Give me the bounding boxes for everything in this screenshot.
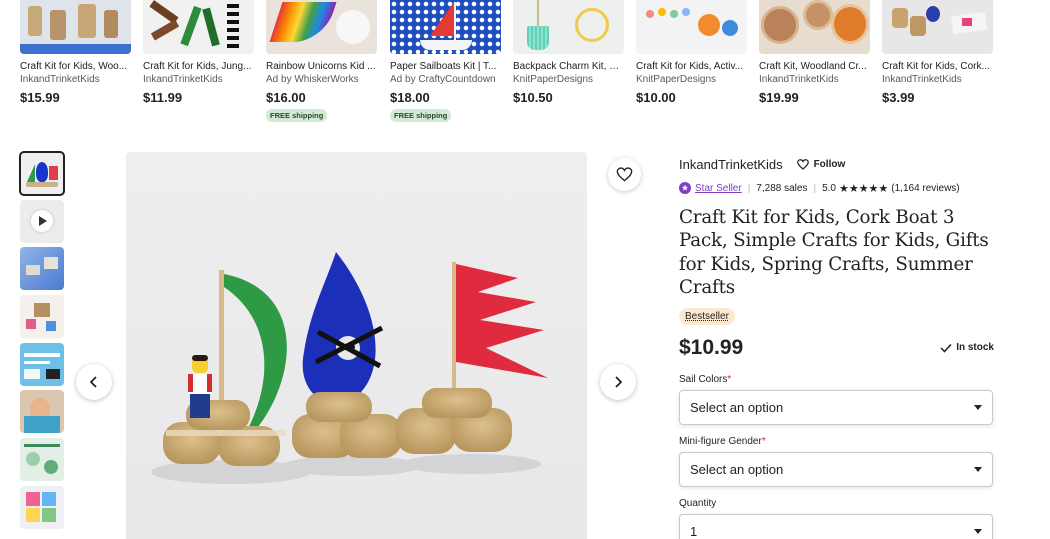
product-info-panel: InkandTrinketKids Follow Star Seller | 7… [679,152,994,539]
sales-count: 7,288 sales [756,182,808,194]
product-shop: Ad by WhiskerWorks [266,74,359,85]
thumbnail-image[interactable] [20,485,64,529]
product-shop: InkandTrinketKids [759,74,839,85]
related-product-card[interactable]: Rainbow Unicorns Kid ... Ad by WhiskerWo… [266,0,377,123]
product-price: $18.00 [390,90,430,105]
related-product-card[interactable]: Craft Kit for Kids, Activ... KnitPaperDe… [636,0,747,105]
chevron-left-icon [89,376,97,388]
product-thumbnail[interactable] [513,0,624,54]
product-price: $10.50 [513,90,553,105]
required-asterisk: * [761,435,766,447]
heart-icon [796,158,809,170]
previous-image-button[interactable] [76,364,112,400]
image-thumbnail-rail [19,151,65,534]
product-shop: InkandTrinketKids [20,74,100,85]
follow-shop-button[interactable]: Follow [796,158,846,170]
product-title[interactable]: Craft Kit, Woodland Cr... [759,61,870,72]
product-shop: InkandTrinketKids [882,74,962,85]
required-asterisk: * [727,373,732,385]
related-product-card[interactable]: Backpack Charm Kit, B... KnitPaperDesign… [513,0,624,105]
divider: | [813,182,817,194]
product-title[interactable]: Rainbow Unicorns Kid ... [266,61,377,72]
checkmark-icon [940,343,952,353]
product-price: $11.99 [143,90,183,105]
thumbnail-video[interactable] [20,199,64,243]
product-title[interactable]: Craft Kit for Kids, Jung... [143,61,254,72]
reviews-link[interactable]: (1,164 reviews) [891,183,959,194]
product-title[interactable]: Craft Kit for Kids, Cork... [882,61,993,72]
divider: | [747,182,751,194]
main-product-image[interactable] [126,152,587,539]
quantity-value: 1 [690,523,698,539]
next-image-button[interactable] [600,364,636,400]
product-price: $3.99 [882,90,915,105]
thumbnail-image[interactable] [20,390,64,434]
rating-value: 5.0 [822,182,836,194]
product-title[interactable]: Craft Kit for Kids, Activ... [636,61,747,72]
play-icon [31,209,53,232]
star-seller-link[interactable]: Star Seller [695,183,742,194]
product-shop: Ad by CraftyCountdown [390,74,496,85]
favorite-button[interactable] [608,158,641,191]
product-thumbnail[interactable] [636,0,747,54]
product-price: $16.00 [266,90,306,105]
product-shop: KnitPaperDesigns [513,74,594,85]
quantity-select[interactable]: 1 [679,513,993,539]
related-products-strip: Craft Kit for Kids, Woo... InkandTrinket… [20,0,1030,125]
product-thumbnail[interactable] [882,0,993,54]
product-shop: KnitPaperDesigns [636,74,717,85]
related-product-card[interactable]: Craft Kit for Kids, Cork... InkandTrinke… [882,0,993,105]
product-title: Craft Kit for Kids, Cork Boat 3 Pack, Si… [679,207,989,299]
related-product-card[interactable]: Paper Sailboats Kit | T... Ad by CraftyC… [390,0,501,123]
related-product-card[interactable]: Craft Kit for Kids, Woo... InkandTrinket… [20,0,131,105]
heart-icon [616,167,633,182]
sail-colors-label: Sail Colors* [679,374,994,385]
thumbnail-image[interactable] [20,438,64,482]
follow-label: Follow [813,158,846,170]
product-thumbnail[interactable] [266,0,377,54]
thumbnail-image[interactable] [20,247,64,291]
product-price: $10.00 [636,90,676,105]
product-title[interactable]: Backpack Charm Kit, B... [513,61,624,72]
sail-colors-value: Select an option [690,399,784,415]
product-title[interactable]: Craft Kit for Kids, Woo... [20,61,131,72]
product-shop: InkandTrinketKids [143,74,223,85]
stock-status: In stock [940,342,994,353]
product-thumbnail[interactable] [759,0,870,54]
shop-name-link[interactable]: InkandTrinketKids [679,157,783,172]
caret-down-icon [974,404,982,410]
star-seller-icon [679,182,691,194]
bestseller-badge[interactable]: Bestseller [679,307,735,325]
product-price: $15.99 [20,90,60,105]
quantity-label: Quantity [679,497,717,509]
thumbnail-image[interactable] [19,151,65,196]
related-product-card[interactable]: Craft Kit for Kids, Jung... InkandTrinke… [143,0,254,105]
caret-down-icon [974,528,982,534]
cork-boats-photo [151,252,548,484]
sail-colors-select[interactable]: Select an option [679,389,993,425]
chevron-right-icon [615,376,623,388]
stock-label: In stock [956,342,994,354]
rating-stars-icon: ★★★★★ [838,182,889,195]
related-product-card[interactable]: Craft Kit, Woodland Cr... InkandTrinketK… [759,0,870,105]
product-title[interactable]: Paper Sailboats Kit | T... [390,61,501,72]
free-shipping-badge: FREE shipping [390,109,452,122]
thumbnail-image[interactable] [20,342,64,386]
product-thumbnail[interactable] [20,0,131,54]
product-price: $10.99 [679,335,744,359]
mini-figure-gender-label-text: Mini-figure Gender [679,435,762,447]
product-price: $19.99 [759,90,799,105]
mini-figure-gender-select[interactable]: Select an option [679,451,993,487]
caret-down-icon [974,466,982,472]
thumbnail-image[interactable] [20,295,64,339]
product-thumbnail[interactable] [390,0,501,54]
sail-colors-label-text: Sail Colors [679,373,728,385]
mini-figure-gender-value: Select an option [690,461,784,477]
mini-figure-gender-label: Mini-figure Gender* [679,436,994,447]
free-shipping-badge: FREE shipping [266,109,328,122]
product-thumbnail[interactable] [143,0,254,54]
